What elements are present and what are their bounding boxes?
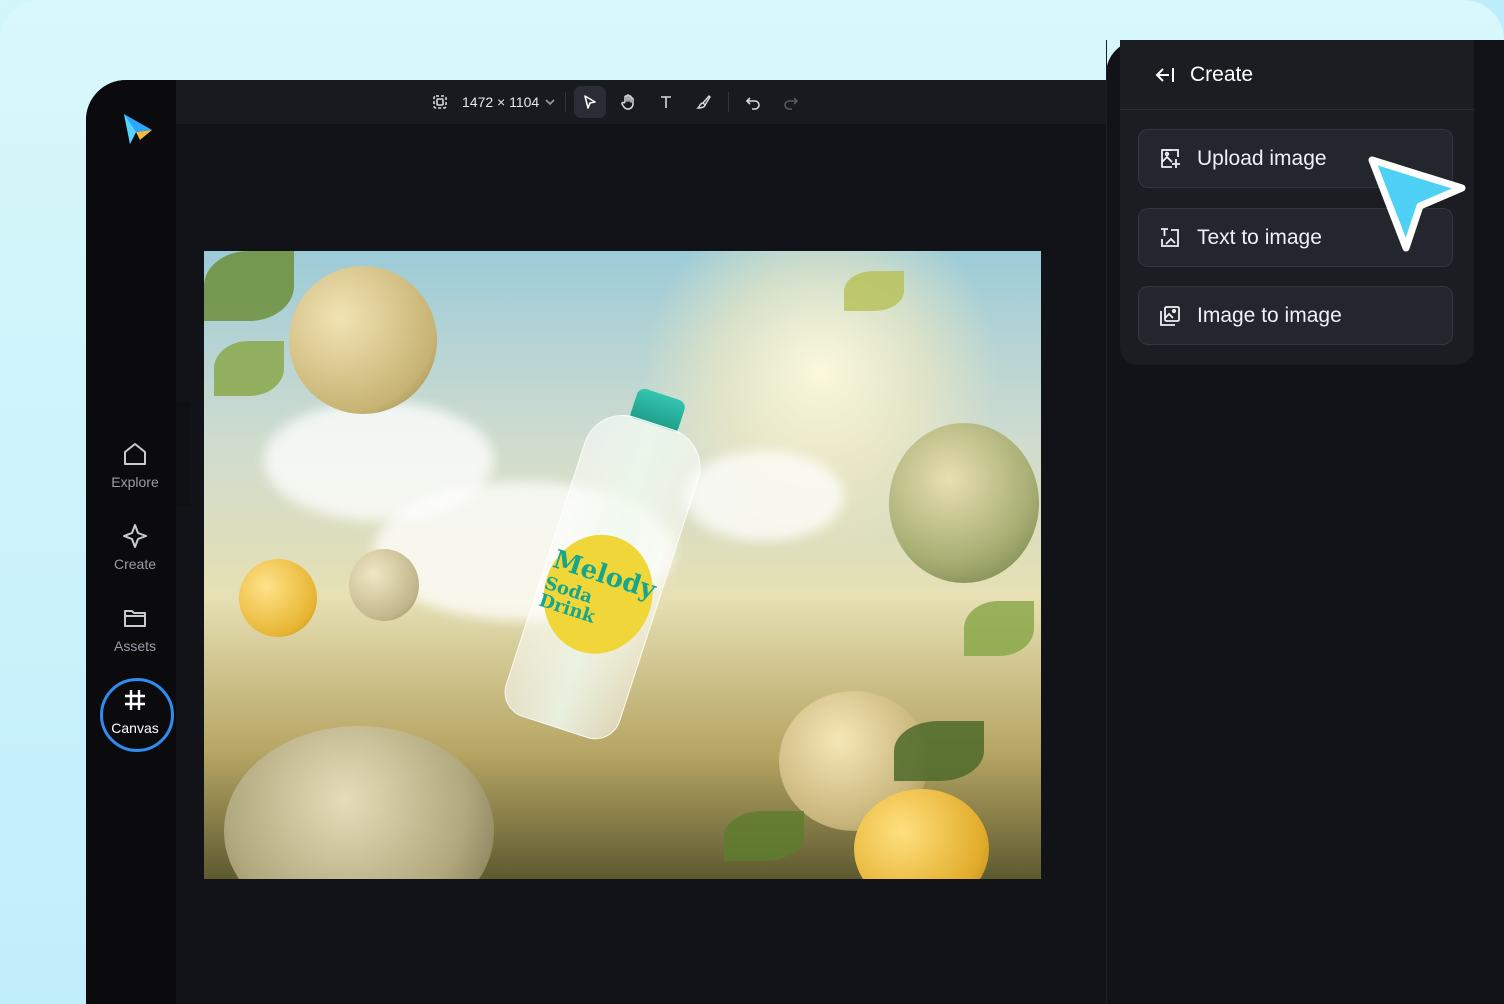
canvas-image[interactable]: Melody Soda Drink [204,251,1041,879]
mouse-cursor-icon [1368,156,1466,252]
image-to-image-icon [1157,303,1183,329]
toolbar-divider [728,92,730,112]
upload-image-label: Upload image [1197,146,1327,170]
canvas-toolbar: 1472 × 1104 [176,80,1106,124]
melon [349,549,419,621]
melon [289,266,437,414]
brush-icon [696,95,711,109]
text-to-image-icon [1157,225,1183,251]
undo-icon [746,97,761,110]
redo-icon [784,97,799,110]
panel-title: Create [1190,62,1254,86]
leaf [894,721,984,781]
sidebar-item-explore[interactable]: Explore [86,440,184,490]
resize-icon [433,95,447,109]
select-tool-button[interactable] [574,86,607,118]
resize-canvas-button[interactable] [424,86,456,118]
canvas-size-group: 1472 × 1104 [424,86,807,118]
leaf [204,251,294,321]
folder-icon [124,610,146,627]
toolbar-divider [565,92,567,112]
sidebar-item-create[interactable]: Create [86,522,184,572]
melon [224,726,494,879]
sidebar-item-label: Create [113,556,157,572]
leaf [844,271,904,311]
melon [889,423,1039,583]
image-to-image-label: Image to image [1197,303,1342,327]
app-logo-icon [124,114,152,144]
sidebar-item-label: Assets [113,638,156,654]
brush-tool-button[interactable] [688,86,720,118]
panel-divider [1106,40,1107,1004]
left-sidebar: Explore Create Assets Canvas [86,80,176,1004]
image-to-image-button[interactable]: Image to image [1138,286,1453,345]
collapse-panel-icon[interactable] [1154,64,1176,86]
leaf [964,601,1034,656]
redo-button[interactable] [775,86,807,118]
sparkle-icon [123,524,147,548]
lemon [239,559,317,637]
hand-tool-button[interactable] [612,86,644,118]
leaf [724,811,804,861]
chevron-down-icon[interactable] [543,95,557,109]
leaf [214,341,284,396]
sidebar-item-label: Explore [111,474,159,490]
text-to-image-label: Text to image [1197,225,1322,249]
undo-button[interactable] [737,86,769,118]
rail-divider [176,402,190,506]
active-highlight-ring [100,678,174,752]
home-icon [124,443,146,465]
canvas-size-label[interactable]: 1472 × 1104 [462,94,539,110]
create-header: Create [1120,40,1474,110]
upload-image-icon [1157,146,1183,172]
sidebar-item-assets[interactable]: Assets [86,604,184,654]
pointer-icon [584,95,597,109]
text-tool-button[interactable] [650,86,682,118]
cloud [684,451,844,541]
text-icon [661,96,672,108]
hand-icon [621,94,634,110]
